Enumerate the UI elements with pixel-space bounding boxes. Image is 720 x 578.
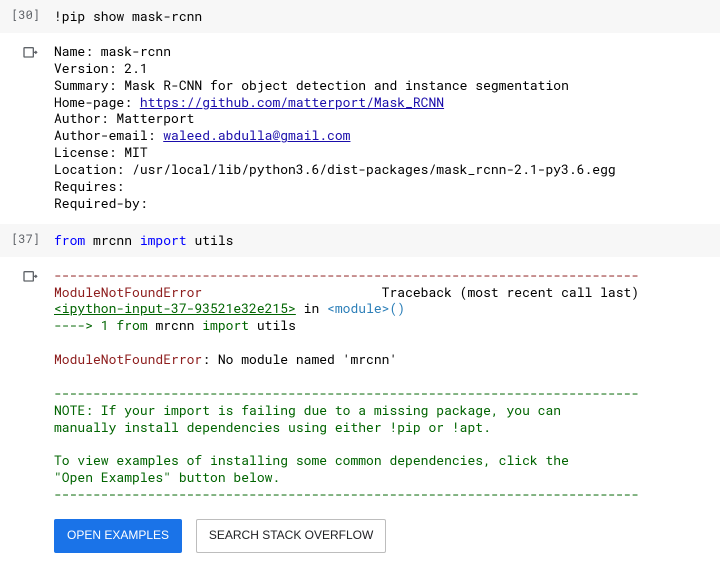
out-line: Version: 2.1	[54, 59, 148, 77]
traceback-arrow: ----> 1	[54, 316, 116, 334]
code-pkg: mrcnn	[85, 231, 140, 249]
out-line: Required-by:	[54, 194, 155, 212]
tb-in: in	[296, 299, 327, 317]
open-examples-button[interactable]: OPEN EXAMPLES	[54, 519, 182, 553]
traceback-dash: ----------------------------------------…	[54, 266, 639, 284]
note-line: NOTE: If your import is failing due to a…	[54, 401, 561, 419]
error-msg: : No module named 'mrcnn'	[202, 350, 397, 368]
output-body-1: Name: mask-rcnn Version: 2.1 Summary: Ma…	[44, 43, 616, 212]
code-line-1: !pip show mask-rcnn	[54, 7, 202, 25]
prompt-row-1: [30] !pip show mask-rcnn	[0, 0, 720, 33]
author-email-label: Author-email:	[54, 126, 163, 144]
output-gutter-2	[8, 267, 44, 285]
code-input-2[interactable]: from mrcnn import utils	[44, 232, 233, 249]
traceback-paren: ()	[389, 299, 405, 317]
kw-from: from	[54, 231, 85, 249]
code-input-1[interactable]: !pip show mask-rcnn	[44, 8, 202, 25]
out-line: License: MIT	[54, 143, 148, 161]
tb-rest: utils	[249, 316, 296, 334]
error-name-2: ModuleNotFoundError	[54, 350, 202, 368]
note-line: manually install dependencies using eith…	[54, 418, 491, 436]
code-cell-1: [30] !pip show mask-rcnn Name: mask-rcnn…	[0, 0, 720, 216]
author-email-link[interactable]: waleed.abdulla@gmail.com	[163, 126, 350, 144]
output-icon[interactable]	[22, 269, 38, 285]
out-line: Name: mask-rcnn	[54, 42, 171, 60]
code-cell-2: [37] from mrcnn import utils -----------…	[0, 224, 720, 565]
traceback-file[interactable]: <ipython-input-37-93521e32e215>	[54, 299, 296, 317]
output-block-2: ----------------------------------------…	[0, 257, 720, 507]
code-rest: utils	[187, 231, 234, 249]
author-line: Author: Matterport	[54, 109, 194, 127]
output-gutter-1	[8, 43, 44, 61]
output-body-2: ----------------------------------------…	[44, 267, 639, 503]
exec-count-2: [37]	[8, 232, 44, 248]
homepage-label: Home-page:	[54, 93, 140, 111]
out-line: Requires:	[54, 177, 132, 195]
kw-import: import	[202, 316, 249, 334]
note-dash: ----------------------------------------…	[54, 384, 639, 402]
out-line: Summary: Mask R-CNN for object detection…	[54, 76, 569, 94]
output-block-1: Name: mask-rcnn Version: 2.1 Summary: Ma…	[0, 33, 720, 216]
traceback-module: <module>	[327, 299, 389, 317]
exec-count-1: [30]	[8, 8, 44, 24]
output-icon[interactable]	[22, 45, 38, 61]
homepage-link[interactable]: https://github.com/matterport/Mask_RCNN	[140, 93, 444, 111]
note-line: "Open Examples" button below.	[54, 468, 280, 486]
search-stack-overflow-button[interactable]: SEARCH STACK OVERFLOW	[196, 519, 386, 553]
note-line: To view examples of installing some comm…	[54, 451, 569, 469]
prompt-row-2: [37] from mrcnn import utils	[0, 224, 720, 257]
note-dash-2: ----------------------------------------…	[54, 485, 639, 503]
tb-pkg: mrcnn	[148, 316, 203, 334]
kw-from: from	[116, 316, 147, 334]
out-line: Location: /usr/local/lib/python3.6/dist-…	[54, 160, 616, 178]
error-name: ModuleNotFoundError	[54, 283, 202, 301]
kw-import: import	[140, 231, 187, 249]
traceback-header: Traceback (most recent call last)	[202, 283, 639, 301]
button-row: OPEN EXAMPLES SEARCH STACK OVERFLOW	[0, 507, 720, 565]
